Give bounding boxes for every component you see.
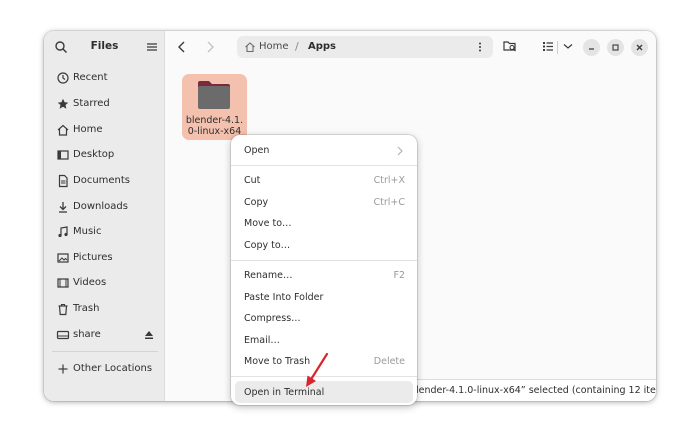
menu-item-label: Paste Into Folder	[244, 292, 324, 303]
sidebar-item-music[interactable]: Music	[50, 221, 160, 243]
sidebar-header: Files	[44, 31, 165, 63]
menu-item-cut[interactable]: Cut Ctrl+X	[235, 170, 413, 191]
menu-item-label: Move to…	[244, 218, 292, 229]
chevron-down-icon[interactable]	[560, 38, 576, 54]
sidebar: Files Recent Starred Home Desktop Docume…	[44, 31, 165, 401]
menu-item-shortcut: F2	[393, 270, 405, 281]
menu-item-label: Rename…	[244, 270, 293, 281]
sidebar-item-label: Trash	[73, 303, 100, 314]
sidebar-item-label: Documents	[73, 175, 131, 186]
menu-item-open[interactable]: Open	[235, 140, 413, 161]
path-separator: /	[295, 40, 299, 53]
clock-icon	[57, 72, 69, 84]
hamburger-menu-icon[interactable]	[145, 39, 159, 55]
eject-icon[interactable]	[144, 329, 154, 341]
sidebar-item-label: Desktop	[73, 149, 115, 160]
menu-item-label: Copy to…	[244, 240, 291, 251]
maximize-icon	[612, 44, 619, 51]
menu-item-label: Copy	[244, 197, 269, 208]
sidebar-item-share[interactable]: share	[50, 324, 160, 346]
maximize-button[interactable]	[607, 39, 624, 56]
status-text: lender-4.1.0-linux-x64” selected (contai…	[416, 385, 656, 396]
path-bar: Home / Apps	[237, 36, 493, 58]
sidebar-item-downloads[interactable]: Downloads	[50, 196, 160, 218]
sidebar-item-label: Music	[73, 226, 102, 237]
sidebar-item-label: Downloads	[73, 201, 128, 212]
sidebar-item-videos[interactable]: Videos	[50, 272, 160, 294]
menu-item-shortcut: Ctrl+X	[373, 175, 405, 186]
folder-name: blender-4.1. 0-linux-x64	[182, 115, 247, 137]
search-folder-icon[interactable]	[502, 38, 518, 54]
close-button[interactable]	[631, 39, 648, 56]
menu-item-copy[interactable]: Copy Ctrl+C	[235, 192, 413, 213]
menu-item-label: Compress…	[244, 313, 301, 324]
menu-item-email[interactable]: Email…	[235, 330, 413, 351]
menu-item-shortcut: Ctrl+C	[373, 197, 406, 208]
menu-item-label: Email…	[244, 335, 280, 346]
forward-icon[interactable]	[199, 37, 221, 57]
sidebar-item-home[interactable]: Home	[50, 119, 160, 141]
drive-icon	[56, 330, 70, 340]
annotation-arrow-icon	[306, 352, 329, 387]
chevron-right-icon	[397, 146, 403, 156]
home-icon	[245, 42, 255, 53]
pictures-icon	[57, 253, 69, 263]
close-icon	[636, 44, 643, 51]
back-icon[interactable]	[171, 37, 193, 57]
list-view-icon[interactable]	[540, 38, 556, 54]
minimize-button[interactable]	[583, 39, 600, 56]
sidebar-item-label: Videos	[73, 277, 107, 288]
sidebar-item-other-locations[interactable]: Other Locations	[50, 358, 160, 380]
sidebar-divider	[52, 351, 158, 352]
minimize-icon	[589, 48, 594, 50]
menu-item-label: Cut	[244, 175, 261, 186]
sidebar-item-label: share	[73, 329, 101, 340]
sidebar-item-trash[interactable]: Trash	[50, 298, 160, 320]
folder-icon	[198, 81, 230, 109]
folder-name-line1: blender-4.1.	[185, 115, 244, 126]
menu-item-move-to[interactable]: Move to…	[235, 213, 413, 234]
sidebar-item-label: Home	[73, 124, 103, 135]
menu-item-paste-into-folder[interactable]: Paste Into Folder	[235, 287, 413, 308]
sidebar-item-label: Starred	[73, 98, 110, 109]
download-icon	[59, 202, 67, 213]
document-icon	[58, 174, 68, 188]
menu-item-shortcut: Delete	[373, 356, 405, 367]
sidebar-item-desktop[interactable]: Desktop	[50, 144, 160, 166]
sidebar-item-label: Pictures	[73, 252, 113, 263]
path-segment-current[interactable]: Apps	[308, 41, 336, 52]
sidebar-item-documents[interactable]: Documents	[50, 170, 160, 192]
plus-icon	[58, 364, 68, 374]
trash-icon	[58, 303, 68, 316]
sidebar-item-label: Other Locations	[73, 363, 153, 374]
home-icon	[57, 124, 69, 136]
desktop-icon	[57, 150, 69, 160]
more-options-icon[interactable]	[475, 41, 485, 53]
sidebar-item-pictures[interactable]: Pictures	[50, 247, 160, 269]
menu-item-compress[interactable]: Compress…	[235, 308, 413, 329]
menu-item-label: Open	[244, 145, 270, 156]
videos-icon	[57, 278, 69, 288]
sidebar-item-label: Recent	[73, 72, 108, 83]
folder-item[interactable]: blender-4.1. 0-linux-x64	[182, 74, 247, 140]
path-segment-home[interactable]: Home	[259, 41, 289, 52]
music-icon	[58, 226, 68, 238]
menu-separator	[231, 260, 417, 261]
menu-separator	[231, 165, 417, 166]
star-icon	[57, 98, 69, 109]
menu-item-rename[interactable]: Rename… F2	[235, 265, 413, 286]
status-bar: lender-4.1.0-linux-x64” selected (contai…	[409, 379, 656, 401]
sidebar-item-starred[interactable]: Starred	[50, 93, 160, 115]
sidebar-item-recent[interactable]: Recent	[50, 67, 160, 89]
menu-item-copy-to[interactable]: Copy to…	[235, 235, 413, 256]
view-divider	[557, 41, 558, 54]
